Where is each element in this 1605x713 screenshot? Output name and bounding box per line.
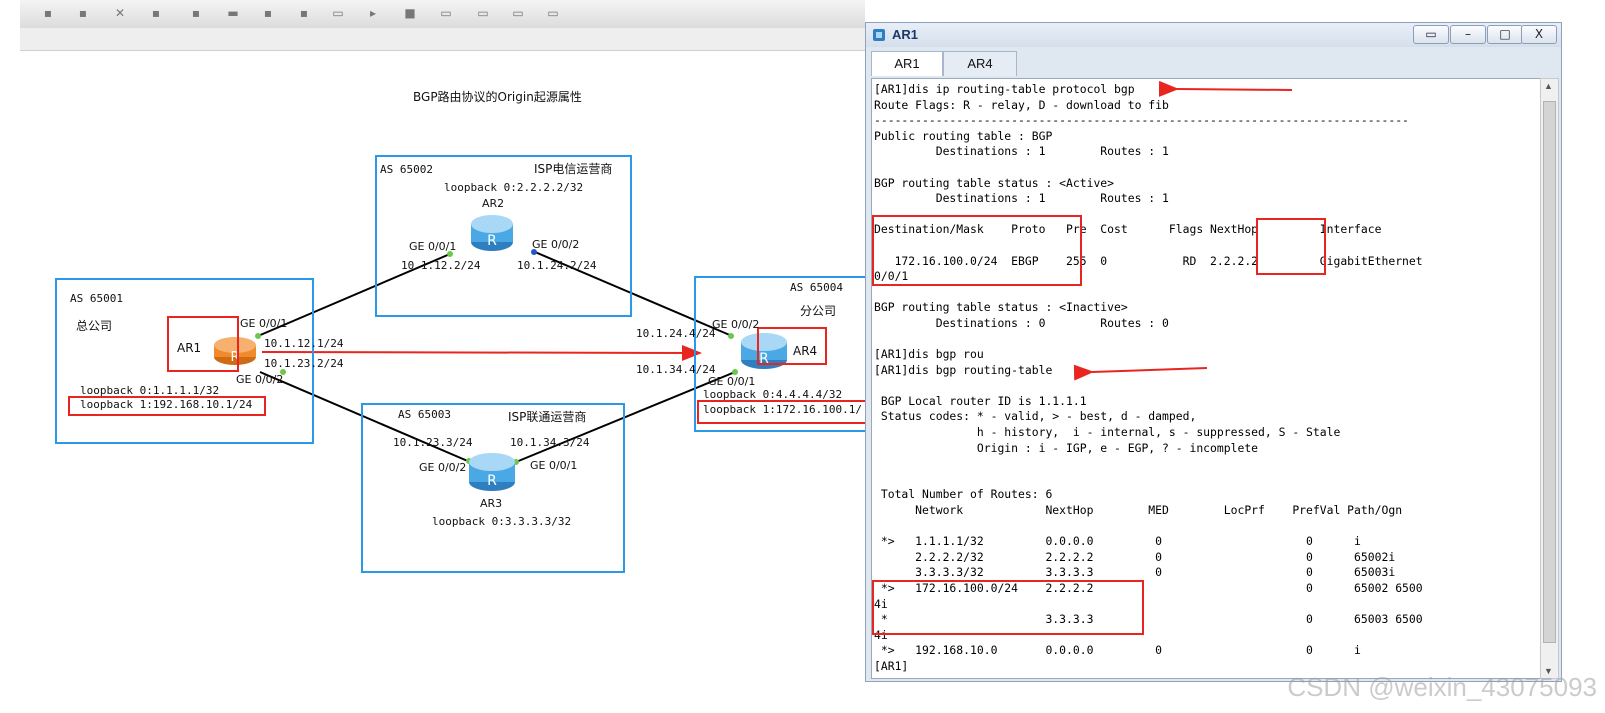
ip-label: 10.1.12.2/24 <box>401 259 481 272</box>
router-ar3-icon[interactable]: R <box>468 452 516 492</box>
annotation-arrow <box>1073 364 1208 381</box>
scroll-thumb[interactable] <box>1543 101 1556 643</box>
scroll-up-icon[interactable]: ▲ <box>1544 81 1553 91</box>
topology-canvas: BGP路由协议的Origin起源属性 AS 65001 总公司 loopback… <box>0 0 868 713</box>
as-name: 总公司 <box>76 319 113 333</box>
router-label: AR1 <box>177 341 202 355</box>
app-icon <box>872 28 886 42</box>
loopback-label: loopback 1:192.168.10.1/24 <box>80 398 253 411</box>
as-label: AS 65004 <box>790 281 843 294</box>
terminal-scrollbar[interactable]: ▲ ▼ <box>1540 78 1559 679</box>
highlight-box <box>872 215 1082 286</box>
tab-ar1[interactable]: AR1 <box>871 51 943 76</box>
highlight-box <box>1256 218 1326 275</box>
tab-ar4[interactable]: AR4 <box>943 51 1017 76</box>
diagram-title: BGP路由协议的Origin起源属性 <box>413 90 582 104</box>
interface-label: GE 0/0/1 <box>409 240 457 253</box>
minimize-button[interactable]: – <box>1450 25 1486 44</box>
as-name: ISP联通运营商 <box>508 410 587 424</box>
window-titlebar[interactable]: AR1 ▭ – □ X <box>866 23 1561 47</box>
as-label: AS 65003 <box>398 408 451 421</box>
ip-label: 10.1.34.4/24 <box>636 363 716 376</box>
terminal-window: AR1 ▭ – □ X AR1 AR4 [AR1]dis ip routing-… <box>865 22 1562 682</box>
loopback-label: loopback 0:3.3.3.3/32 <box>432 515 572 528</box>
interface-label: GE 0/0/2 <box>712 318 760 331</box>
as-name: ISP电信运营商 <box>534 162 613 176</box>
router-ar2-icon[interactable]: R <box>470 214 514 252</box>
ip-label: 10.1.23.3/24 <box>393 436 473 449</box>
terminal-output[interactable]: [AR1]dis ip routing-table protocol bgp Ro… <box>871 78 1541 679</box>
svg-text:R: R <box>487 473 497 489</box>
route-arrow <box>261 344 702 361</box>
interface-label: GE 0/0/1 <box>240 317 288 330</box>
interface-label: GE 0/0/2 <box>419 461 467 474</box>
window-title: AR1 <box>892 27 919 42</box>
as-name: 分公司 <box>800 304 837 318</box>
as-label: AS 65002 <box>380 163 433 176</box>
highlight-box <box>872 580 1144 635</box>
ip-label: 10.1.12.1/24 <box>264 337 344 350</box>
loopback-label: loopback 0:2.2.2.2/32 <box>444 181 584 194</box>
as-label: AS 65001 <box>70 292 123 305</box>
router-label: AR2 <box>482 197 505 210</box>
close-button[interactable]: X <box>1521 25 1557 44</box>
ip-label: 10.1.24.4/24 <box>636 327 716 340</box>
interface-label: GE 0/0/2 <box>532 238 580 251</box>
interface-label: GE 0/0/2 <box>236 373 284 386</box>
svg-text:R: R <box>487 233 497 249</box>
router-label: AR4 <box>793 344 818 358</box>
maximize-button[interactable]: □ <box>1487 25 1523 44</box>
interface-label: GE 0/0/1 <box>708 375 756 388</box>
annotation-overlay <box>872 80 1326 635</box>
ip-label: 10.1.34.3/24 <box>510 436 590 449</box>
restore-button[interactable]: ▭ <box>1413 25 1449 44</box>
interface-label: GE 0/0/1 <box>530 459 578 472</box>
ip-label: 10.1.23.2/24 <box>264 357 344 370</box>
ip-label: 10.1.24.2/24 <box>517 259 597 272</box>
router-label: AR3 <box>480 497 503 510</box>
loopback-label: loopback 1:172.16.100.1/ <box>703 403 862 416</box>
annotation-arrow <box>1158 80 1293 97</box>
watermark: CSDN @weixin_43075093 <box>1287 672 1597 702</box>
